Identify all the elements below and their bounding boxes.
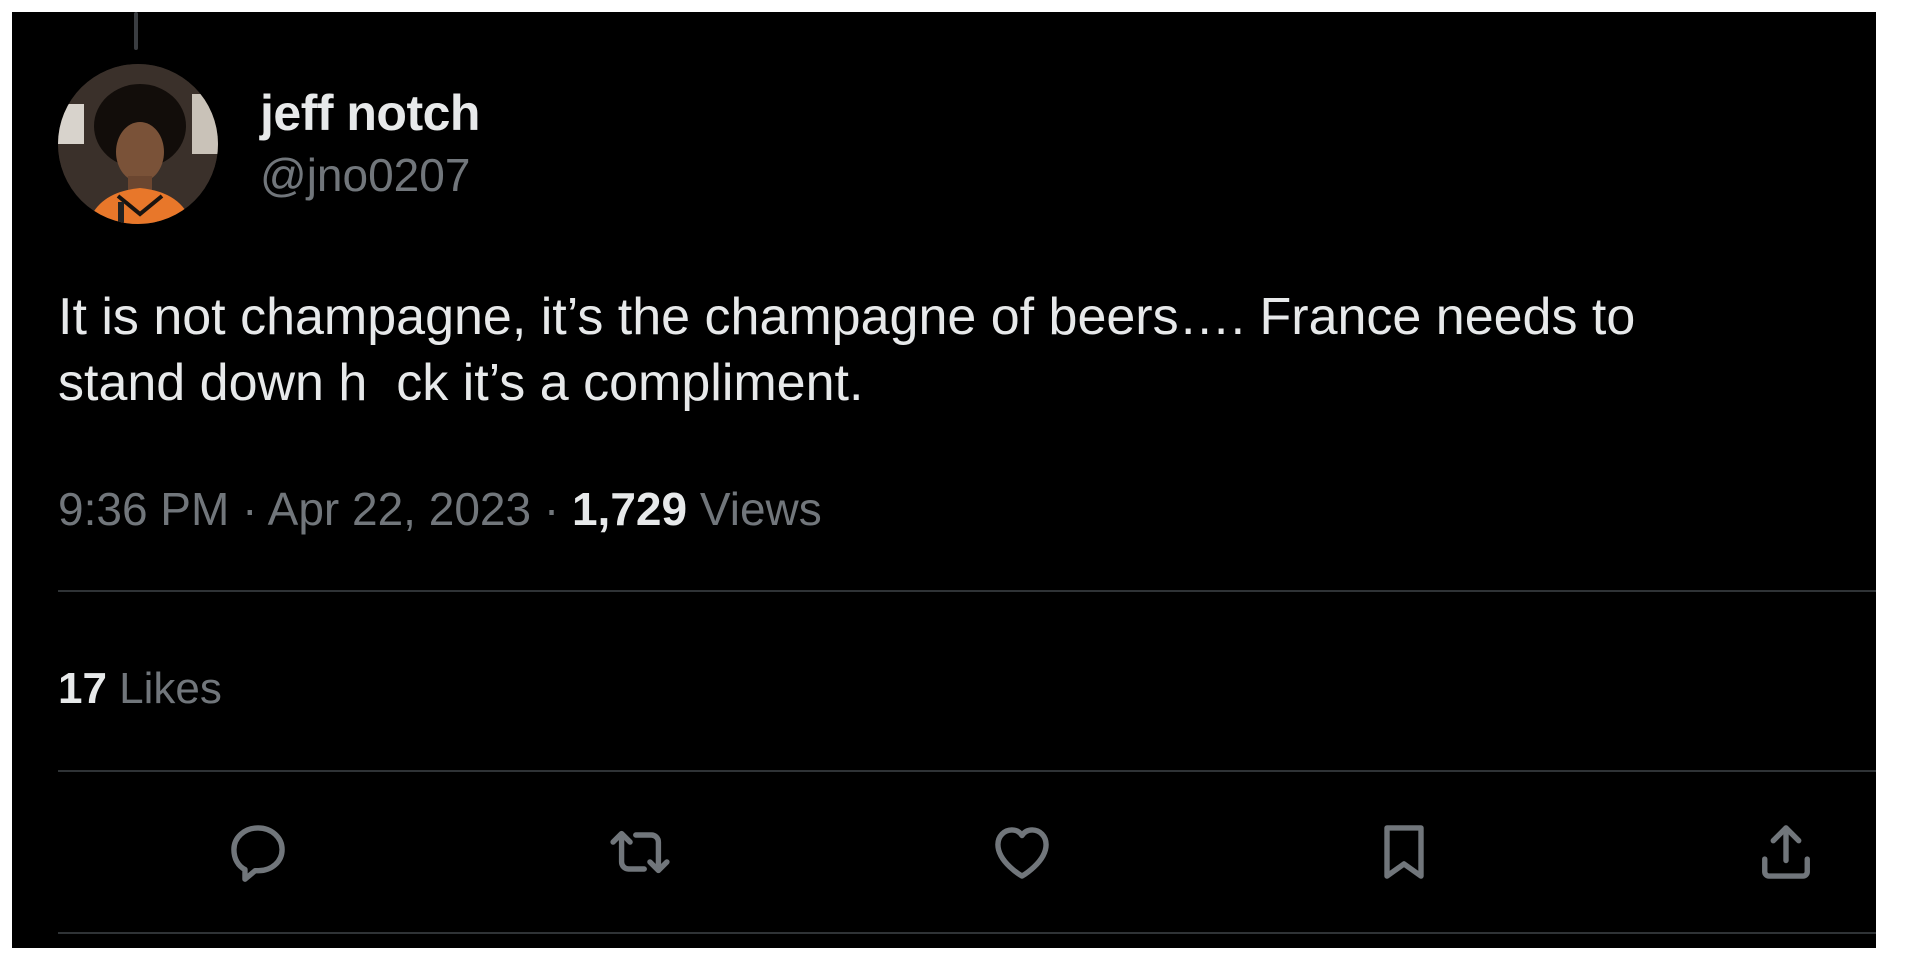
author-display-name[interactable]: jeff notch (260, 84, 480, 142)
heart-icon (995, 827, 1049, 879)
meta-separator: · (531, 483, 572, 535)
author-handle[interactable]: @jno0207 (260, 148, 470, 202)
thread-connector-line (134, 12, 138, 50)
tweet-detail: jeff notch @jno0207 It is not champagne,… (12, 12, 1876, 948)
views-label: Views (687, 483, 822, 535)
likes-count: 17 (58, 664, 107, 713)
views-count: 1,729 (571, 483, 688, 535)
retweet-icon (610, 830, 670, 874)
avatar[interactable] (58, 64, 218, 224)
tweet-text: It is not champagne, it’s the champagne … (58, 288, 1636, 412)
reply-icon (231, 825, 285, 882)
bookmark-button[interactable] (1368, 816, 1440, 888)
share-button[interactable] (1750, 816, 1822, 888)
meta-separator: · (229, 483, 268, 535)
bookmark-icon (1384, 825, 1424, 879)
likes-label: Likes (106, 664, 222, 713)
share-icon (1762, 825, 1810, 879)
divider (58, 590, 1876, 592)
retweet-button[interactable] (604, 816, 676, 888)
divider (58, 770, 1876, 772)
action-bar (58, 792, 1876, 912)
divider (58, 932, 1876, 934)
like-button[interactable] (986, 816, 1058, 888)
reply-button[interactable] (222, 816, 294, 888)
tweet-date[interactable]: Apr 22, 2023 (268, 483, 531, 535)
tweet-time[interactable]: 9:36 PM (58, 483, 229, 535)
tweet-meta: 9:36 PM · Apr 22, 2023 · 1,729 Views (58, 482, 822, 536)
likes-stat[interactable]: 17 Likes (58, 664, 222, 714)
